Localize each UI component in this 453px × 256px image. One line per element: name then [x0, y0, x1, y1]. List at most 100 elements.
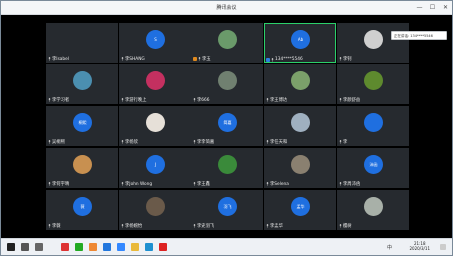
search-icon[interactable] [21, 243, 29, 251]
participant-avatar: J [146, 155, 165, 174]
participant-name: 李任天和 [270, 140, 288, 145]
participant-tile[interactable]: 樱树 [337, 190, 409, 230]
participant-name-row: 李John Wong [121, 181, 152, 187]
close-button[interactable]: ✕ [441, 3, 450, 12]
mic-muted-icon [266, 182, 269, 186]
participant-name-row: 李钊 [339, 56, 352, 62]
start-icon[interactable] [7, 243, 15, 251]
mic-muted-icon [48, 140, 51, 144]
participant-name: 李游行晚上 [125, 98, 147, 103]
participant-name-row: 吴桐熙 [48, 139, 65, 145]
participant-avatar [291, 113, 310, 132]
mic-muted-icon [266, 140, 269, 144]
participant-tile[interactable]: 简嘉 李李简嘉 [191, 106, 263, 146]
participant-name: 李 [343, 140, 348, 145]
participant-name-row: 李SHANG [121, 56, 145, 62]
clock[interactable]: 21:18 2020/3/11 [409, 241, 430, 251]
participant-name: 李Selena [270, 182, 289, 187]
participant-tile[interactable]: 李任天和 [264, 106, 336, 146]
mic-muted-icon [193, 98, 196, 102]
participant-avatar [218, 71, 237, 90]
participant-avatar: 薇 [73, 197, 92, 216]
participant-tile[interactable]: 李学习者 [46, 64, 118, 104]
participant-name-row: 李颜舒益 [339, 97, 360, 103]
app-green-icon[interactable] [75, 243, 83, 251]
participant-tile[interactable]: 李王鑫 [191, 148, 263, 188]
mic-muted-icon [121, 224, 124, 228]
participant-name: 李颜舒益 [343, 98, 361, 103]
app-folder-icon[interactable] [131, 243, 139, 251]
taskbar: 中 21:18 2020/3/11 [1, 238, 452, 255]
window-title: 腾讯会议 [216, 5, 237, 11]
taskview-icon[interactable] [35, 243, 43, 251]
participant-avatar: 桐熙 [73, 113, 92, 132]
app-orange-icon[interactable] [89, 243, 97, 251]
app-meeting-icon[interactable] [117, 243, 125, 251]
participant-tile[interactable]: 孟华 李孟华 [264, 190, 336, 230]
participant-name-row: 李游行晚上 [121, 97, 146, 103]
participant-tile[interactable]: Ab 134****5546 [264, 23, 336, 63]
mic-muted-icon [198, 57, 201, 61]
participant-tile[interactable]: 李钊 [337, 23, 409, 63]
participant-name-row: 李杨欣 [121, 139, 138, 145]
mic-muted-icon [121, 98, 124, 102]
participant-tile[interactable]: 李Selena [264, 148, 336, 188]
participant-tile[interactable]: 李Isabel [46, 23, 118, 63]
host-badge-icon [266, 57, 270, 62]
participant-tile[interactable]: 李颜舒益 [337, 64, 409, 104]
participant-name-row: 李 [339, 139, 347, 145]
participant-tile[interactable]: S 李SHANG [119, 23, 191, 63]
participant-name: 李John Wong [125, 182, 153, 187]
participant-name: 李玉 [202, 57, 211, 62]
participant-name-row: 李杨婉怡 [121, 223, 142, 229]
participant-tile[interactable]: 李何宇晴 [46, 148, 118, 188]
participant-tile[interactable]: 李玉 [191, 23, 263, 63]
participant-tile[interactable]: 李 [337, 106, 409, 146]
participant-tile[interactable]: 羽飞 李史羽飞 [191, 190, 263, 230]
speaking-notice: 正在讲话: 134****5546 [391, 31, 447, 40]
mic-muted-icon [339, 224, 342, 228]
participant-name: 李王博达 [270, 98, 288, 103]
app-ie-icon[interactable] [145, 243, 153, 251]
mic-muted-icon [271, 57, 274, 62]
participant-tile[interactable]: 桐熙吴桐熙 [46, 106, 118, 146]
participant-name-row: 李王博达 [266, 97, 287, 103]
participant-avatar [73, 71, 92, 90]
participant-name-row: 李孟华 [266, 223, 283, 229]
mic-muted-icon [121, 140, 124, 144]
participant-tile[interactable]: 李王博达 [264, 64, 336, 104]
participant-name: 樱树 [343, 224, 352, 229]
participant-name: 李杨欣 [125, 140, 138, 145]
mic-muted-icon [339, 140, 342, 144]
participant-name: 134****5546 [275, 57, 303, 62]
participant-tile[interactable]: 沛函 李周沛函 [337, 148, 409, 188]
participant-name: 李钊 [343, 57, 352, 62]
participant-avatar: Ab [291, 30, 310, 49]
participant-name: 李666 [197, 98, 210, 103]
participant-name-row: 李666 [193, 97, 210, 103]
participant-tile[interactable]: J 李John Wong [119, 148, 191, 188]
participant-avatar [218, 30, 237, 49]
participant-tile[interactable]: 薇李薇 [46, 190, 118, 230]
minimize-button[interactable]: — [415, 3, 424, 12]
app-red-icon[interactable] [61, 243, 69, 251]
ime-indicator[interactable]: 中 [387, 244, 392, 251]
participant-name-row: 李玉 [193, 56, 211, 62]
mic-muted-icon [121, 57, 124, 61]
participant-tile[interactable]: 李666 [191, 64, 263, 104]
mic-muted-icon [193, 224, 196, 228]
participant-avatar [146, 197, 165, 216]
host-badge-icon [193, 57, 197, 61]
participant-avatar [364, 30, 383, 49]
participant-tile[interactable]: 李游行晚上 [119, 64, 191, 104]
maximize-button[interactable]: ☐ [428, 3, 437, 12]
participant-tile[interactable]: 李杨婉怡 [119, 190, 191, 230]
notification-icon[interactable] [440, 244, 446, 250]
participant-tile[interactable]: 李杨欣 [119, 106, 191, 146]
participant-avatar [364, 113, 383, 132]
app-blue-icon[interactable] [103, 243, 111, 251]
participant-name-row: 李Selena [266, 181, 289, 187]
app-wps-icon[interactable] [159, 243, 167, 251]
participant-avatar [146, 113, 165, 132]
mic-muted-icon [193, 182, 196, 186]
